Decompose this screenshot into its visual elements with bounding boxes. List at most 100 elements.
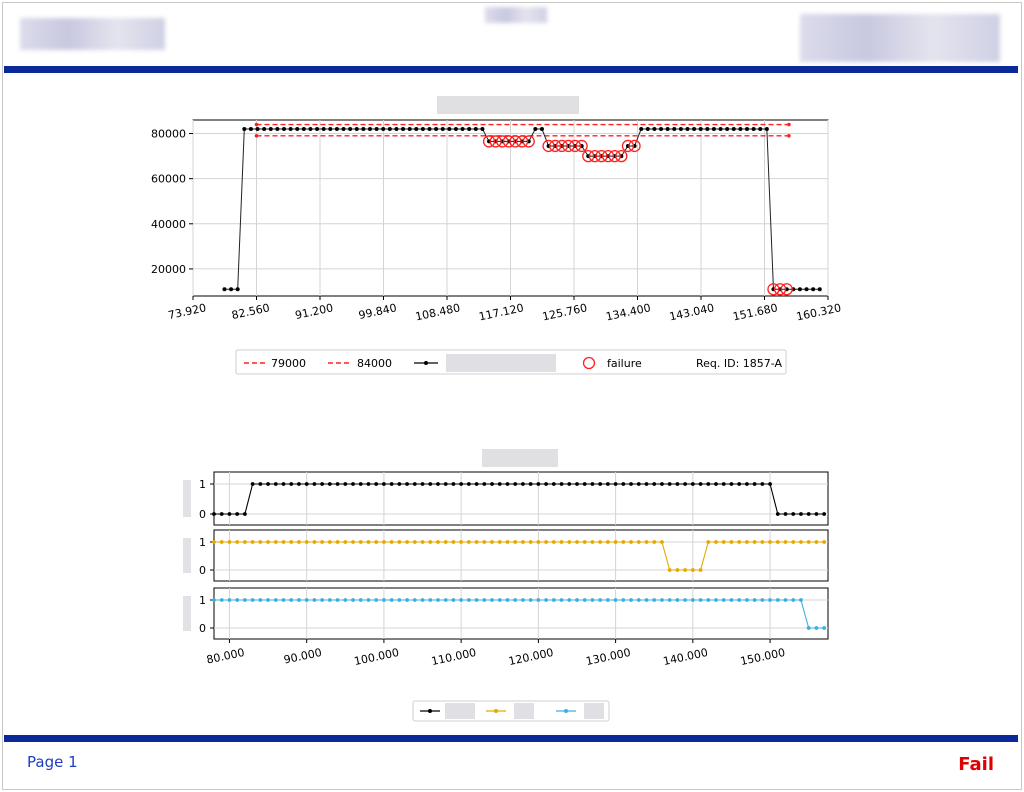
series-point [660,482,664,486]
x-tick-label: 160.320 [795,301,842,323]
series-point [783,512,788,516]
y-tick-label: 0 [199,564,206,577]
series-point [551,598,556,602]
series-point [621,598,626,602]
series-point [652,127,657,132]
series-point [678,127,683,132]
series-point [799,512,803,516]
series-point [250,540,255,544]
series-point [636,540,641,544]
series-point [760,598,765,602]
series-point [275,127,280,132]
series-point [219,512,224,516]
series-point [474,598,479,602]
series-point [745,127,750,132]
series-point [405,598,409,602]
series-point [281,540,286,544]
series-point [806,512,811,516]
series-point [822,540,827,544]
series-point [266,482,270,486]
series-point [351,540,355,544]
x-tick-label: 130.000 [585,646,632,668]
series-point [242,127,247,132]
series-point [366,482,371,486]
series-point [690,568,695,572]
chart-title-redacted [482,449,558,467]
series-point [768,598,772,602]
series-point [443,482,448,486]
series-point [806,540,811,544]
series-point [567,598,572,602]
legend-label-redacted [514,703,534,719]
series-point [227,512,232,516]
series-point [536,598,541,602]
series-point [354,127,359,132]
series-point [539,127,544,132]
series-point [212,540,216,544]
series-point [590,540,595,544]
series-point [690,482,695,486]
series-point [266,540,270,544]
header-logo-redacted [800,14,1000,62]
series-point [714,540,718,544]
series-point [768,540,772,544]
series-point [791,540,796,544]
series-point [528,598,533,602]
legend-swatch-dot [564,709,568,713]
series-point [482,540,487,544]
series-point [436,598,440,602]
series-point [752,482,757,486]
series-point [447,127,452,132]
series-point [304,598,309,602]
series-point [714,482,718,486]
subplot-ylabel-redacted [183,538,191,573]
series-point [799,540,803,544]
series-point [459,482,464,486]
series-point [460,127,465,132]
series-point [729,482,734,486]
series-point [401,127,406,132]
series-point [258,482,263,486]
series-point [436,482,440,486]
series-point [268,127,273,132]
series-point [667,598,672,602]
series-point [467,127,472,132]
series-point [466,540,471,544]
series-point [706,598,711,602]
legend-swatch-dot [428,709,432,713]
series-point [451,540,456,544]
series-point [297,540,301,544]
series-point [405,482,409,486]
series-point [328,127,333,132]
threshold-end-marker [254,122,259,127]
series-point [659,127,664,132]
series-point [513,540,518,544]
series-point [381,127,386,132]
series-point [427,127,432,132]
series-point [428,540,433,544]
chart-bottom: 0 1 0 1 0 1 80.000 90.000 100.000 110.000 120.000 1… [183,449,829,722]
subplot-ylabel-redacted [183,480,191,517]
series-point [521,540,525,544]
series-point [551,482,556,486]
series-point [621,482,626,486]
series-point [297,482,301,486]
series-point [229,287,234,292]
series-point [308,127,313,132]
series-point [397,540,402,544]
series-point [725,127,730,132]
series-point [505,540,510,544]
series-point [459,540,464,544]
series-point [335,598,340,602]
series-point [289,598,294,602]
series-point [598,598,603,602]
series-point [590,598,595,602]
series-point [690,598,695,602]
series-point [582,598,587,602]
series-point [219,540,224,544]
series-point [312,482,317,486]
series-point [598,540,603,544]
series-point [497,482,502,486]
series-point [551,540,556,544]
series-point [453,127,458,132]
